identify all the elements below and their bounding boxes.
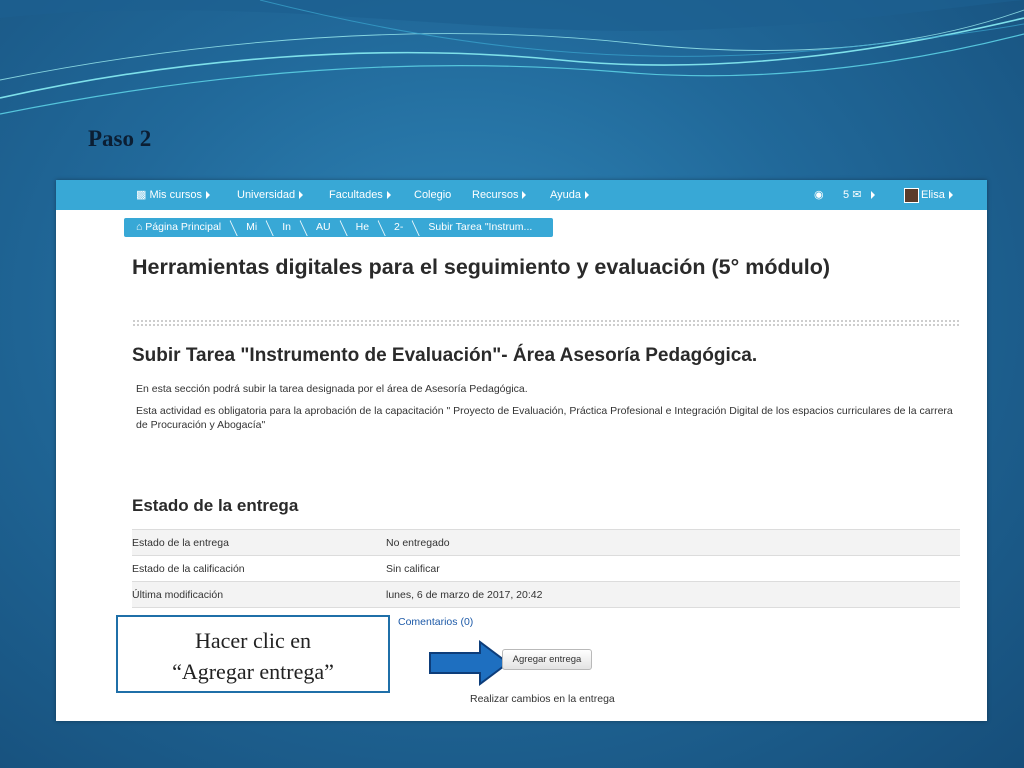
nav-universidad[interactable]: Universidad <box>237 180 304 210</box>
assignment-requirement: Esta actividad es obligatoria para la ap… <box>136 405 953 431</box>
breadcrumb-item[interactable]: 2- <box>382 218 416 237</box>
top-navbar: ▩ Mis cursos Universidad Facultades Cole… <box>56 180 987 210</box>
table-row: Estado de la entrega No entregado <box>132 529 960 556</box>
row-value: lunes, 6 de marzo de 2017, 20:42 <box>386 581 960 608</box>
submission-status-heading: Estado de la entrega <box>132 496 299 515</box>
comments-link[interactable]: Comentarios (0) <box>398 616 473 628</box>
instruction-callout: Hacer clic en “Agregar entrega” <box>116 615 390 693</box>
caret-right-icon <box>299 191 304 200</box>
callout-line-2: “Agregar entrega” <box>172 659 334 684</box>
breadcrumb: ⌂ Página Principal Mi In AU He 2- Subir … <box>124 218 554 237</box>
home-icon: ⌂ <box>136 221 146 233</box>
slide-wave-decoration <box>0 0 1024 115</box>
arrow-right-icon <box>429 640 510 686</box>
envelope-icon: ✉ <box>852 189 862 201</box>
breadcrumb-home[interactable]: ⌂ Página Principal <box>124 218 234 237</box>
caret-right-icon <box>948 191 953 200</box>
caret-right-icon <box>522 191 527 200</box>
row-label: Estado de la entrega <box>132 529 386 556</box>
user-menu[interactable]: Elisa <box>904 180 953 210</box>
caret-right-icon <box>585 191 589 200</box>
row-value: Sin calificar <box>386 555 960 582</box>
changes-hint: Realizar cambios en la entrega <box>470 693 615 705</box>
messages-menu[interactable]: 5 ✉ <box>843 180 876 210</box>
dotted-divider <box>132 319 960 327</box>
callout-line-1: Hacer clic en <box>194 628 312 653</box>
nav-mis-cursos[interactable]: ▩ Mis cursos <box>136 180 211 210</box>
row-label: Última modificación <box>132 581 386 608</box>
caret-right-icon <box>871 191 876 200</box>
notifications-icon[interactable]: ◉ <box>814 180 824 210</box>
row-label: Estado de la calificación <box>132 555 386 582</box>
nav-ayuda[interactable]: Ayuda <box>550 180 589 210</box>
add-submission-button[interactable]: Agregar entrega <box>502 649 592 670</box>
table-row: Última modificación lunes, 6 de marzo de… <box>132 581 960 608</box>
caret-right-icon <box>386 191 391 200</box>
courses-icon: ▩ <box>136 189 150 201</box>
breadcrumb-current: Subir Tarea "Instrum... <box>428 221 533 233</box>
breadcrumb-item[interactable]: He <box>344 218 382 237</box>
assignment-title: Subir Tarea "Instrumento de Evaluación"-… <box>132 345 758 366</box>
nav-recursos[interactable]: Recursos <box>472 180 527 210</box>
breadcrumb-item[interactable]: Mi <box>234 218 270 237</box>
caret-right-icon <box>206 191 211 200</box>
row-value: No entregado <box>386 529 960 556</box>
nav-colegio[interactable]: Colegio <box>414 180 451 210</box>
avatar <box>904 187 919 203</box>
course-title: Herramientas digitales para el seguimien… <box>132 255 830 279</box>
breadcrumb-item[interactable]: In <box>270 218 304 237</box>
table-row: Estado de la calificación Sin calificar <box>132 555 960 582</box>
nav-facultades[interactable]: Facultades <box>329 180 391 210</box>
assignment-description: En esta sección podrá subir la tarea des… <box>136 383 528 395</box>
slide-title: Paso 2 <box>88 126 152 151</box>
breadcrumb-item[interactable]: AU <box>304 218 344 237</box>
submission-status-table: Estado de la entrega No entregado Estado… <box>132 529 960 608</box>
